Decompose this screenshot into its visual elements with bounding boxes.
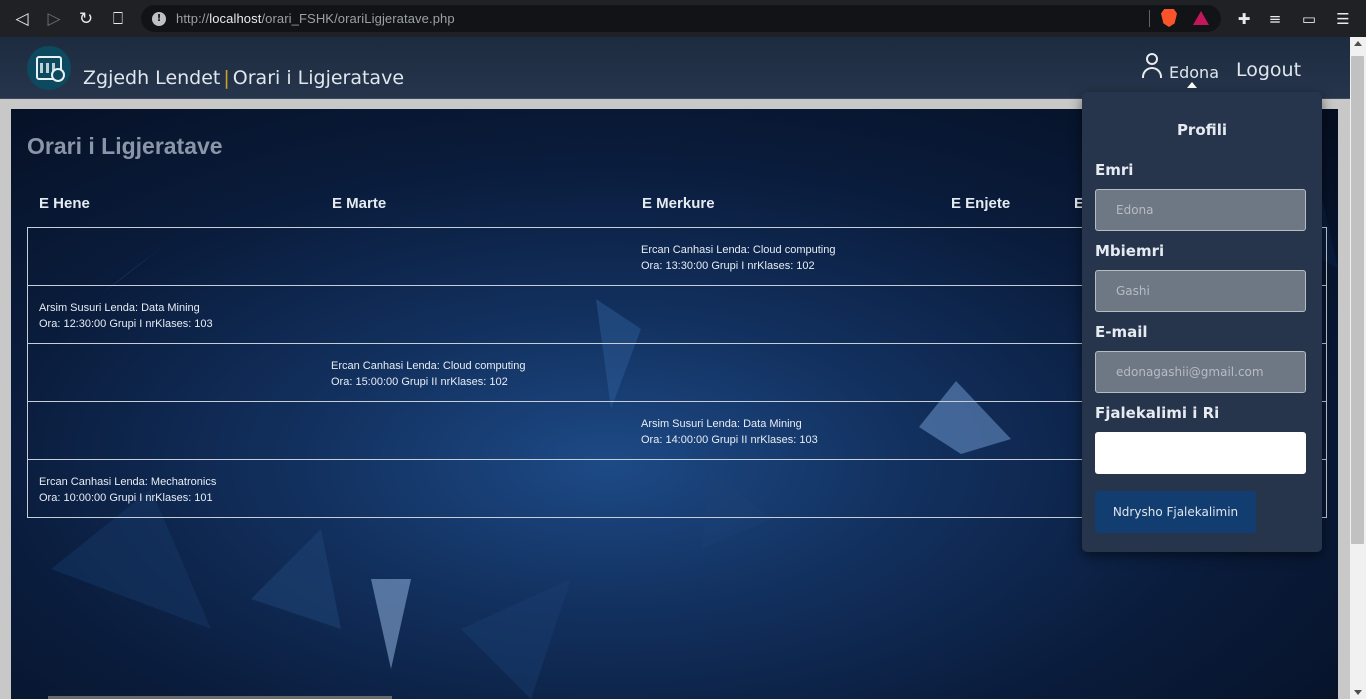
scrollbar-thumb[interactable] bbox=[1351, 56, 1364, 544]
scroll-up-icon[interactable] bbox=[1354, 41, 1362, 46]
page-title: Orari i Ligjeratave bbox=[27, 133, 223, 159]
day-header-enjete: E Enjete bbox=[951, 195, 1011, 212]
lecture-info: Ercan Canhasi Lenda: Mechatronics bbox=[39, 476, 217, 488]
lecture-time: Ora: 13:30:00 Grupi I nrKlases: 102 bbox=[641, 260, 815, 272]
address-bar[interactable]: ! http://localhost/orari_FSHK/orariLigje… bbox=[141, 5, 1221, 32]
first-name-label: Emri bbox=[1095, 161, 1134, 179]
profile-dropdown: Profili Emri Mbiemri E-mail Fjalekalimi … bbox=[1082, 92, 1322, 552]
forward-icon[interactable]: ▷ bbox=[38, 0, 70, 37]
lecture-info: Arsim Susuri Lenda: Data Mining bbox=[641, 418, 802, 430]
lecture-time: Ora: 10:00:00 Grupi I nrKlases: 101 bbox=[39, 492, 213, 504]
reload-icon[interactable]: ↻ bbox=[70, 0, 102, 37]
nav-separator: | bbox=[223, 67, 230, 89]
profile-title: Profili bbox=[1176, 121, 1228, 139]
extensions-icon[interactable]: ✚ bbox=[1228, 0, 1260, 37]
calendar-clock-icon[interactable] bbox=[27, 46, 71, 90]
menu-icon[interactable]: ☰ bbox=[1327, 0, 1359, 37]
email-field[interactable] bbox=[1095, 351, 1306, 393]
lecture-info: Arsim Susuri Lenda: Data Mining bbox=[39, 302, 200, 314]
nav-zgjedh-lendet[interactable]: Zgjedh Lendet bbox=[83, 67, 220, 89]
change-password-button[interactable]: Ndrysho Fjalekalimin bbox=[1095, 491, 1256, 533]
last-name-label: Mbiemri bbox=[1095, 242, 1165, 260]
lecture-entry: Ercan Canhasi Lenda: Mechatronics Ora: 1… bbox=[39, 474, 216, 506]
site-header: Zgjedh Lendet | Orari i Ligjeratave Edona … bbox=[0, 37, 1350, 99]
day-header-marte: E Marte bbox=[332, 195, 387, 212]
wallet-icon[interactable]: ▭ bbox=[1293, 0, 1325, 37]
brave-rewards-icon[interactable] bbox=[1193, 11, 1209, 25]
url-text[interactable]: http://localhost/orari_FSHK/orariLigjera… bbox=[176, 11, 455, 26]
new-password-field[interactable] bbox=[1095, 432, 1306, 474]
user-name[interactable]: Edona bbox=[1169, 63, 1219, 82]
bookmark-icon[interactable]: ⎕ bbox=[102, 0, 134, 37]
lecture-time: Ora: 14:00:00 Grupi II nrKlases: 103 bbox=[641, 434, 818, 446]
back-icon[interactable]: ◁ bbox=[6, 0, 38, 37]
lecture-info: Ercan Canhasi Lenda: Cloud computing bbox=[331, 360, 526, 372]
last-name-field[interactable] bbox=[1095, 270, 1306, 312]
nav-orari-ligjeratave[interactable]: Orari i Ligjeratave bbox=[233, 67, 404, 89]
logout-link[interactable]: Logout bbox=[1236, 59, 1301, 81]
address-divider bbox=[1149, 10, 1150, 27]
brave-shields-icon[interactable] bbox=[1161, 9, 1177, 27]
site-nav: Zgjedh Lendet | Orari i Ligjeratave bbox=[83, 67, 404, 89]
lecture-time: Ora: 12:30:00 Grupi I nrKlases: 103 bbox=[39, 318, 213, 330]
browser-toolbar: ◁ ▷ ↻ ⎕ ! http://localhost/orari_FSHK/or… bbox=[0, 0, 1366, 37]
lecture-entry: Arsim Susuri Lenda: Data Mining Ora: 14:… bbox=[641, 416, 818, 448]
scroll-down-icon[interactable] bbox=[1354, 690, 1362, 695]
lecture-time: Ora: 15:00:00 Grupi II nrKlases: 102 bbox=[331, 376, 508, 388]
new-password-label: Fjalekalimi i Ri bbox=[1095, 404, 1220, 422]
info-icon[interactable]: ! bbox=[152, 11, 166, 26]
playlist-icon[interactable]: ≡ bbox=[1259, 0, 1291, 37]
lecture-info: Ercan Canhasi Lenda: Cloud computing bbox=[641, 244, 836, 256]
lecture-entry: Arsim Susuri Lenda: Data Mining Ora: 12:… bbox=[39, 300, 213, 332]
first-name-field[interactable] bbox=[1095, 189, 1306, 231]
day-header-hene: E Hene bbox=[39, 195, 90, 212]
day-header-merkure: E Merkure bbox=[642, 195, 715, 212]
lecture-entry: Ercan Canhasi Lenda: Cloud computing Ora… bbox=[641, 242, 835, 274]
dropdown-caret-icon bbox=[1187, 82, 1197, 88]
email-label: E-mail bbox=[1095, 323, 1148, 341]
lecture-entry: Ercan Canhasi Lenda: Cloud computing Ora… bbox=[331, 358, 525, 390]
user-icon[interactable] bbox=[1141, 52, 1163, 80]
